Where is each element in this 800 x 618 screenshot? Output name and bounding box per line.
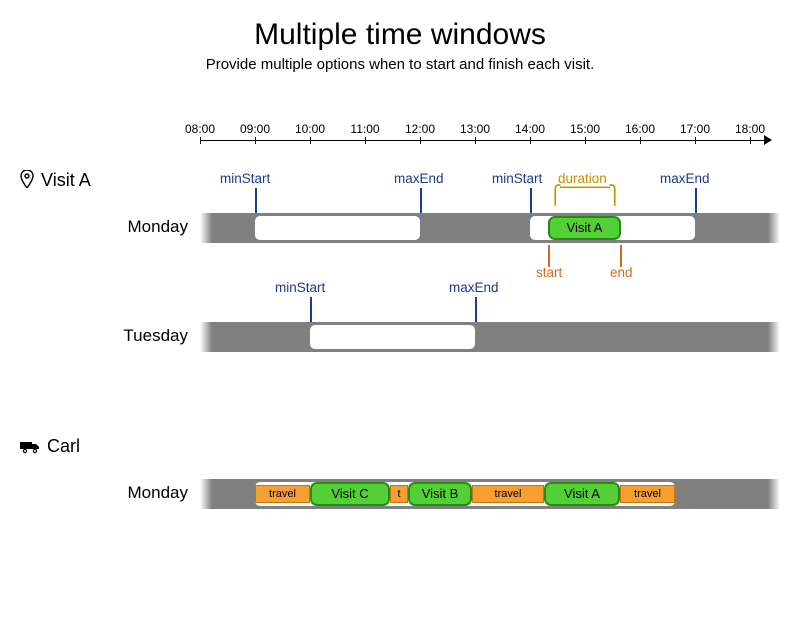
day-tuesday: Tuesday xyxy=(108,326,188,346)
window-tue-1 xyxy=(310,325,475,349)
anno-minstart-3: minStart xyxy=(275,280,325,295)
mark-maxend-2 xyxy=(695,188,697,213)
anno-end: end xyxy=(610,265,633,280)
brace-duration: ⎧⎺⎺⎺⎫ xyxy=(545,185,623,206)
anno-minstart-1: minStart xyxy=(220,171,270,186)
tick-1500: 15:00 xyxy=(565,122,605,136)
truck-icon xyxy=(20,438,40,459)
anno-maxend-1: maxEnd xyxy=(394,171,444,186)
day-monday-1: Monday xyxy=(108,217,188,237)
day-monday-2: Monday xyxy=(108,483,188,503)
visit-c-pill: Visit C xyxy=(310,482,390,506)
mark-end xyxy=(620,245,622,267)
page-subtitle: Provide multiple options when to start a… xyxy=(0,56,800,73)
mark-maxend-3 xyxy=(475,297,477,322)
tick-1800: 18:00 xyxy=(730,122,770,136)
travel-1: travel xyxy=(255,485,310,503)
travel-2: t xyxy=(390,485,408,503)
anno-minstart-2: minStart xyxy=(492,171,542,186)
carl-label: Carl xyxy=(47,436,80,456)
anno-maxend-2: maxEnd xyxy=(660,171,710,186)
visit-a-heading: Visit A xyxy=(20,170,91,193)
track-carl-monday: travel Visit C t Visit B travel Visit A … xyxy=(200,479,780,509)
map-pin-icon xyxy=(20,170,34,193)
tick-1400: 14:00 xyxy=(510,122,550,136)
tick-1000: 10:00 xyxy=(290,122,330,136)
mark-minstart-3 xyxy=(310,297,312,322)
tick-1100: 11:00 xyxy=(345,122,385,136)
travel-3: travel xyxy=(472,485,544,503)
tick-1300: 13:00 xyxy=(455,122,495,136)
tick-1200: 12:00 xyxy=(400,122,440,136)
visit-b-pill: Visit B xyxy=(408,482,472,506)
visit-a-pill-2: Visit A xyxy=(544,482,620,506)
mark-minstart-1 xyxy=(255,188,257,213)
window-mon-1 xyxy=(255,216,420,240)
carl-heading: Carl xyxy=(20,436,80,459)
anno-start: start xyxy=(536,265,562,280)
mark-start xyxy=(548,245,550,267)
time-axis: 08:00 09:00 10:00 11:00 12:00 13:00 14:0… xyxy=(200,122,770,144)
mark-maxend-1 xyxy=(420,188,422,213)
anno-maxend-3: maxEnd xyxy=(449,280,499,295)
visit-a-pill: Visit A xyxy=(548,216,621,240)
visit-a-label: Visit A xyxy=(41,170,91,190)
tick-0900: 09:00 xyxy=(235,122,275,136)
track-visita-tuesday xyxy=(200,322,780,352)
page-title: Multiple time windows xyxy=(0,18,800,52)
track-visita-monday: Visit A xyxy=(200,213,780,243)
mark-minstart-2 xyxy=(530,188,532,213)
tick-1600: 16:00 xyxy=(620,122,660,136)
tick-1700: 17:00 xyxy=(675,122,715,136)
anno-duration: duration xyxy=(558,171,607,186)
tick-0800: 08:00 xyxy=(180,122,220,136)
travel-4: travel xyxy=(620,485,675,503)
